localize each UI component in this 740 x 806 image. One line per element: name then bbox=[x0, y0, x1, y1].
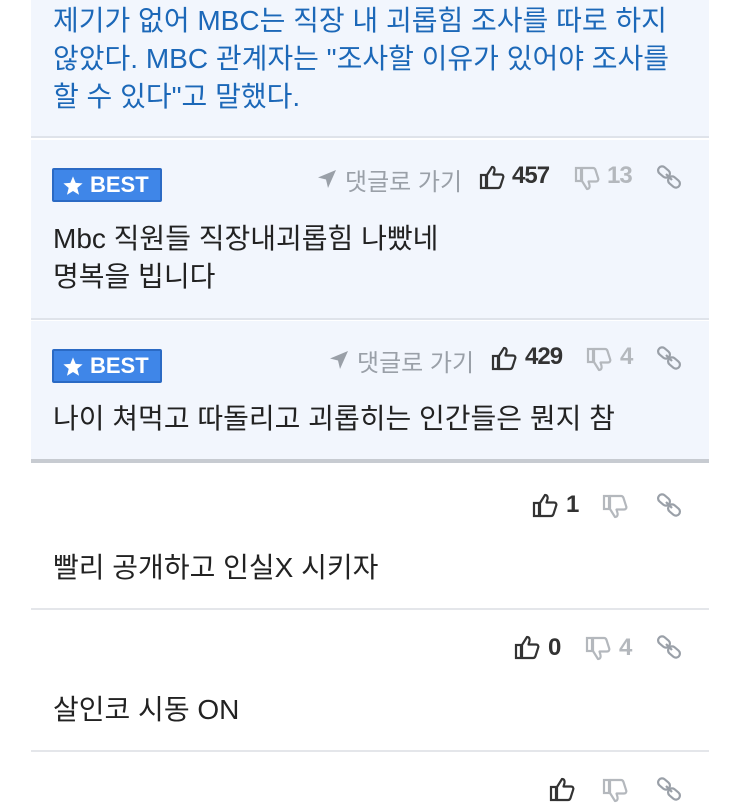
comment-text: 살인코 시동 ON bbox=[53, 694, 240, 725]
comment-divider bbox=[31, 608, 709, 610]
link-icon[interactable] bbox=[656, 634, 682, 660]
thumbs-up-icon[interactable] bbox=[549, 776, 575, 802]
link-icon[interactable] bbox=[656, 492, 682, 518]
goto-label: 댓글로 가기 bbox=[345, 169, 463, 196]
best-comment: BEST 댓글로 가기 457 13 Mbc 직원들 직장내괴롭힘 나빴네 명복… bbox=[31, 140, 709, 320]
star-icon bbox=[62, 175, 84, 197]
like-count: 0 bbox=[548, 634, 561, 661]
star-icon bbox=[62, 356, 84, 378]
comment-text: 빨리 공개하고 인실X 시키자 bbox=[53, 552, 379, 583]
goto-comment-link[interactable]: 댓글로 가기 bbox=[317, 162, 462, 196]
thumbs-up-icon[interactable] bbox=[491, 345, 517, 371]
thumbs-down-icon[interactable] bbox=[602, 494, 628, 520]
article-quote: 제기가 없어 MBC는 직장 내 괴롭힘 조사를 따로 하지 않았다. MBC … bbox=[31, 0, 709, 138]
thumbs-down-icon[interactable] bbox=[585, 636, 611, 662]
link-icon[interactable] bbox=[656, 345, 682, 371]
arrow-icon bbox=[317, 169, 337, 189]
goto-comment-link[interactable]: 댓글로 가기 bbox=[329, 343, 474, 377]
thumbs-down-icon[interactable] bbox=[586, 347, 612, 373]
dislike-count: 4 bbox=[619, 634, 632, 661]
thumbs-down-icon[interactable] bbox=[602, 778, 628, 804]
best-badge: BEST bbox=[52, 168, 162, 202]
dislike-count: 4 bbox=[620, 343, 633, 370]
quote-text: 제기가 없어 MBC는 직장 내 괴롭힘 조사를 따로 하지 않았다. MBC … bbox=[53, 5, 670, 112]
best-badge: BEST bbox=[52, 349, 162, 383]
like-count: 429 bbox=[525, 343, 563, 370]
comment-divider bbox=[31, 750, 709, 752]
comment-line: Mbc 직원들 직장내괴롭힘 나빴네 bbox=[53, 223, 439, 254]
arrow-icon bbox=[329, 350, 349, 370]
best-badge-label: BEST bbox=[90, 172, 149, 197]
best-badge-label: BEST bbox=[90, 353, 149, 378]
link-icon[interactable] bbox=[656, 164, 682, 190]
thumbs-down-icon[interactable] bbox=[574, 166, 600, 192]
comment-text: Mbc 직원들 직장내괴롭힘 나빴네 명복을 빕니다 bbox=[53, 220, 438, 296]
link-icon[interactable] bbox=[656, 776, 682, 802]
thumbs-up-icon[interactable] bbox=[532, 492, 558, 518]
comment-line: 명복을 빕니다 bbox=[53, 261, 216, 292]
comment-line: 나이 쳐먹고 따돌리고 괴롭히는 인간들은 뭔지 참 bbox=[53, 403, 615, 434]
dislike-count: 13 bbox=[607, 162, 633, 189]
like-count: 1 bbox=[566, 491, 579, 518]
goto-label: 댓글로 가기 bbox=[357, 350, 475, 377]
like-count: 457 bbox=[512, 162, 550, 189]
comment-text: 나이 쳐먹고 따돌리고 괴롭히는 인간들은 뭔지 참 bbox=[53, 400, 615, 438]
best-comment: BEST 댓글로 가기 429 4 나이 쳐먹고 따돌리고 괴롭히는 인간들은 … bbox=[31, 321, 709, 463]
thumbs-up-icon[interactable] bbox=[479, 164, 505, 190]
thumbs-up-icon[interactable] bbox=[514, 634, 540, 660]
